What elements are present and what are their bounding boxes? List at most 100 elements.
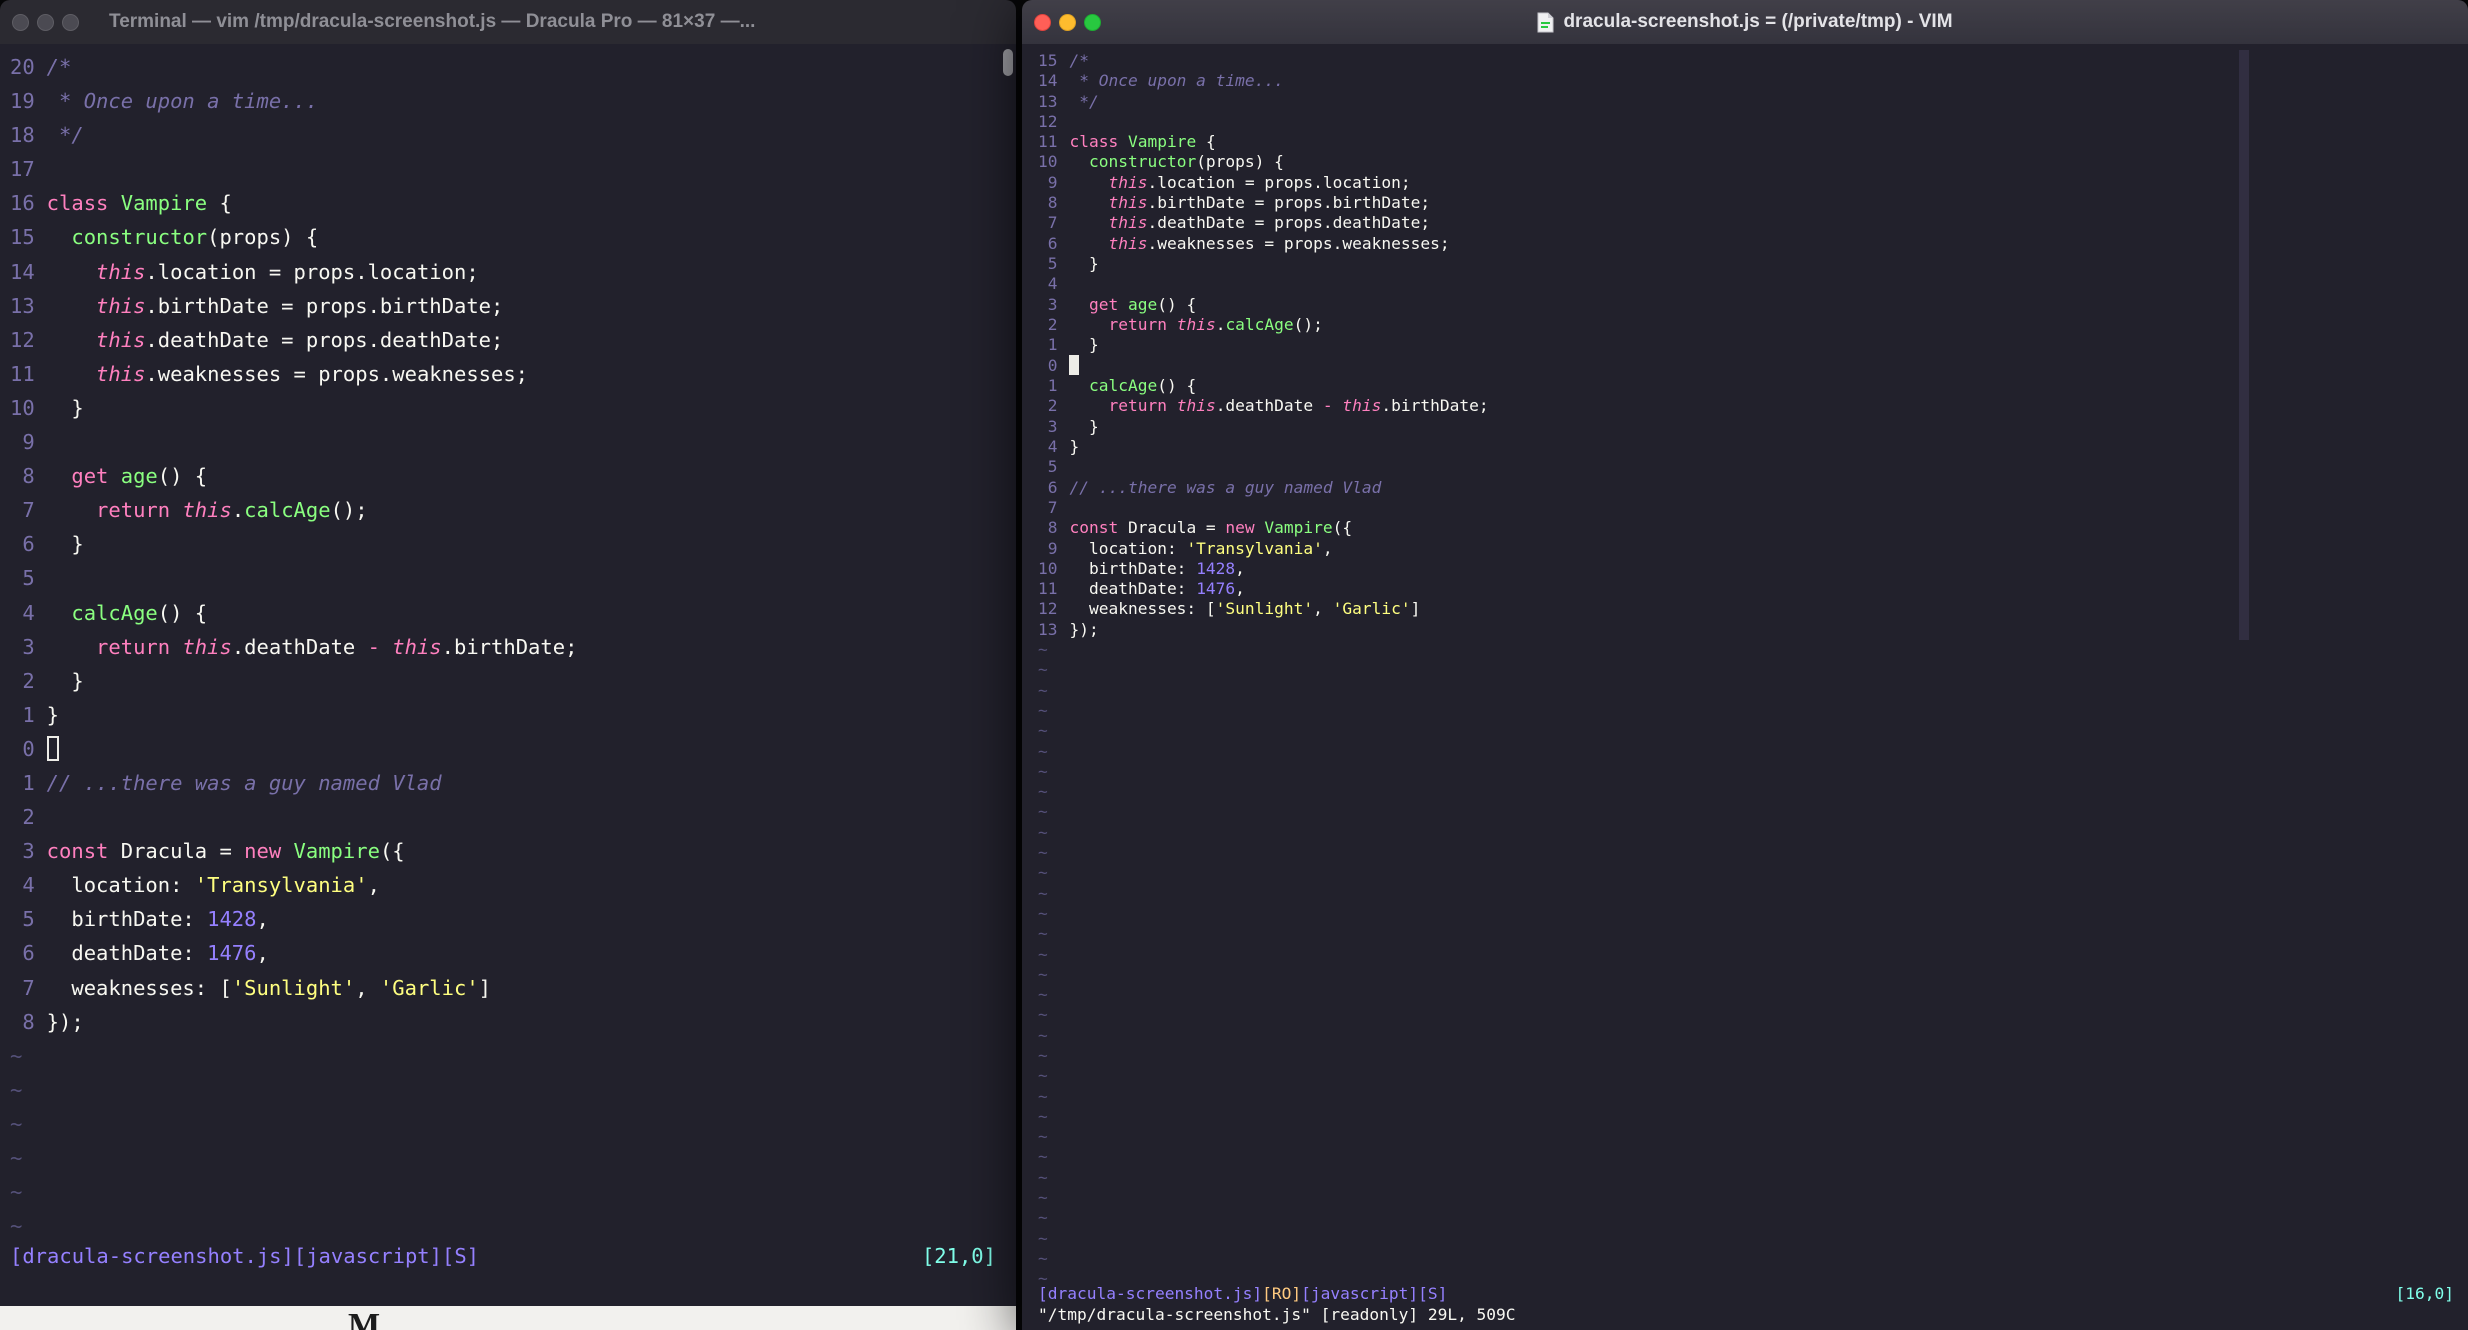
- code-line[interactable]: 0: [1038, 355, 2468, 376]
- code-line[interactable]: 9 this.location = props.location;: [1038, 173, 2468, 193]
- zoom-button[interactable]: [62, 13, 79, 31]
- macvim-titlebar[interactable]: dracula-screenshot.js = (/private/tmp) -…: [1022, 0, 2468, 45]
- code-line[interactable]: 7 this.deathDate = props.deathDate;: [1038, 213, 2468, 233]
- code-line[interactable]: 14 * Once upon a time...: [1038, 71, 2468, 91]
- code-line[interactable]: 10 }: [10, 391, 1016, 425]
- tilde-line: ~: [1038, 1147, 1048, 1167]
- code-line[interactable]: 13 */: [1038, 92, 2468, 112]
- line-number: 13: [1038, 619, 1058, 639]
- code-line[interactable]: 13 this.birthDate = props.birthDate;: [10, 289, 1016, 323]
- line-number: 2: [1047, 314, 1058, 334]
- code-line[interactable]: 2 return this.calcAge();: [1038, 315, 2468, 335]
- code-line[interactable]: 15 constructor(props) {: [10, 220, 1016, 254]
- code-line[interactable]: 12 this.deathDate = props.deathDate;: [10, 323, 1016, 357]
- tilde-line: ~: [1038, 782, 1048, 802]
- code-line[interactable]: 9: [10, 425, 1016, 459]
- code-line[interactable]: 8 const Dracula = new Vampire({: [1038, 518, 2468, 538]
- code-line[interactable]: 19 * Once upon a time...: [10, 84, 1016, 118]
- code-line[interactable]: 0: [10, 732, 1016, 766]
- line-number: 1: [22, 702, 35, 727]
- code-line[interactable]: 2 return this.deathDate - this.birthDate…: [1038, 396, 2468, 416]
- code-line[interactable]: 12 weaknesses: ['Sunlight', 'Garlic']: [1038, 599, 2468, 619]
- code-line[interactable]: 4: [1038, 274, 2468, 294]
- macvim-content: 15/* 14 * Once upon a time... 13 */12 11 cla…: [1022, 44, 2468, 1330]
- code-line[interactable]: 1// ...there was a guy named Vlad: [10, 766, 1016, 800]
- code-line[interactable]: 3 }: [1038, 417, 2468, 437]
- line-number: 6: [22, 532, 35, 557]
- code-line[interactable]: 4}: [1038, 437, 2468, 457]
- line-number: 7: [1047, 213, 1058, 233]
- code-line[interactable]: 4 calcAge() {: [10, 596, 1016, 630]
- tilde-line: ~: [1038, 822, 1048, 842]
- tilde-line: ~: [10, 1146, 23, 1170]
- code-line[interactable]: 17: [10, 152, 1016, 186]
- code-line[interactable]: 8 get age() {: [10, 459, 1016, 493]
- traffic-lights: [1022, 13, 1101, 31]
- code-line[interactable]: 11 this.weaknesses = props.weaknesses;: [10, 357, 1016, 391]
- terminal-window-title: Terminal — vim /tmp/dracula-screenshot.j…: [109, 11, 756, 32]
- line-number: 20: [10, 55, 35, 79]
- line-number: 11: [10, 361, 35, 386]
- line-number: 1: [1047, 335, 1058, 355]
- code-line[interactable]: 5: [10, 561, 1016, 595]
- line-number: 4: [22, 873, 35, 898]
- terminal-titlebar[interactable]: Terminal — vim /tmp/dracula-screenshot.j…: [0, 0, 1016, 45]
- code-line[interactable]: 1 calcAge() {: [1038, 376, 2468, 396]
- code-line[interactable]: 15/*: [1038, 51, 2468, 71]
- code-line[interactable]: 3 get age() {: [1038, 295, 2468, 315]
- tilde-line: ~: [1038, 721, 1048, 741]
- code-line[interactable]: 6// ...there was a guy named Vlad: [1038, 478, 2468, 498]
- tilde-line: ~: [1038, 944, 1048, 964]
- code-line[interactable]: 8});: [10, 1005, 1016, 1039]
- code-line[interactable]: 13});: [1038, 620, 2468, 640]
- code-line[interactable]: 6 this.weaknesses = props.weaknesses;: [1038, 234, 2468, 254]
- code-line[interactable]: 3 return this.deathDate - this.birthDate…: [10, 630, 1016, 664]
- code-line[interactable]: 4 location: 'Transylvania',: [10, 868, 1016, 902]
- code-line[interactable]: 11 deathDate: 1476,: [1038, 579, 2468, 599]
- code-line[interactable]: 6 }: [10, 527, 1016, 561]
- line-number: 4: [22, 600, 35, 625]
- code-line[interactable]: 2: [10, 800, 1016, 834]
- statusline-file-group: [dracula-screenshot.js][RO][javascript][…: [1038, 1284, 1447, 1304]
- statusline-filetype-info: [javascript][S]: [1301, 1283, 1448, 1303]
- code-line[interactable]: 7 weaknesses: ['Sunlight', 'Garlic']: [10, 971, 1016, 1005]
- code-line[interactable]: 5 birthDate: 1428,: [10, 902, 1016, 936]
- close-button[interactable]: [1034, 13, 1051, 31]
- code-line[interactable]: 1 }: [1038, 335, 2468, 355]
- code-line[interactable]: 5: [1038, 457, 2468, 477]
- line-number: 3: [22, 839, 35, 864]
- code-line[interactable]: 18 */: [10, 118, 1016, 152]
- code-line[interactable]: 6 deathDate: 1476,: [10, 936, 1016, 970]
- code-line[interactable]: 3 const Dracula = new Vampire({: [10, 834, 1016, 868]
- code-line[interactable]: 9 location: 'Transylvania',: [1038, 539, 2468, 559]
- code-line[interactable]: 12: [1038, 112, 2468, 132]
- code-line[interactable]: 1}: [10, 698, 1016, 732]
- line-number: 8: [1047, 193, 1058, 213]
- line-number: 18: [10, 123, 35, 148]
- zoom-button[interactable]: [1084, 13, 1101, 31]
- code-line[interactable]: 16 class Vampire {: [10, 186, 1016, 220]
- scrollbar-thumb[interactable]: [1003, 49, 1013, 76]
- traffic-lights: [0, 13, 79, 31]
- code-line[interactable]: 2 }: [10, 664, 1016, 698]
- line-number: 9: [1047, 172, 1058, 192]
- code-line[interactable]: 10 constructor(props) {: [1038, 152, 2468, 172]
- desktop: Terminal — vim /tmp/dracula-screenshot.j…: [0, 0, 2468, 1330]
- code-line[interactable]: 11 class Vampire {: [1038, 132, 2468, 152]
- minimize-button[interactable]: [37, 13, 54, 31]
- vim-statusline: [dracula-screenshot.js][RO][javascript][…: [1022, 1284, 2468, 1304]
- macvim-title-group: dracula-screenshot.js = (/private/tmp) -…: [1022, 0, 2468, 44]
- code-line[interactable]: 7 return this.calcAge();: [10, 493, 1016, 527]
- line-number: 7: [1047, 497, 1058, 517]
- minimize-button[interactable]: [1059, 13, 1076, 31]
- tilde-line: ~: [1038, 1066, 1048, 1086]
- code-line[interactable]: 20/*: [10, 50, 1016, 84]
- code-line[interactable]: 5 }: [1038, 254, 2468, 274]
- close-button[interactable]: [12, 13, 29, 31]
- code-line[interactable]: 14 this.location = props.location;: [10, 255, 1016, 289]
- code-line[interactable]: 10 birthDate: 1428,: [1038, 559, 2468, 579]
- line-number: 7: [22, 975, 35, 1000]
- code-line[interactable]: 7: [1038, 498, 2468, 518]
- tilde-line: ~: [1038, 1005, 1048, 1025]
- code-line[interactable]: 8 this.birthDate = props.birthDate;: [1038, 193, 2468, 213]
